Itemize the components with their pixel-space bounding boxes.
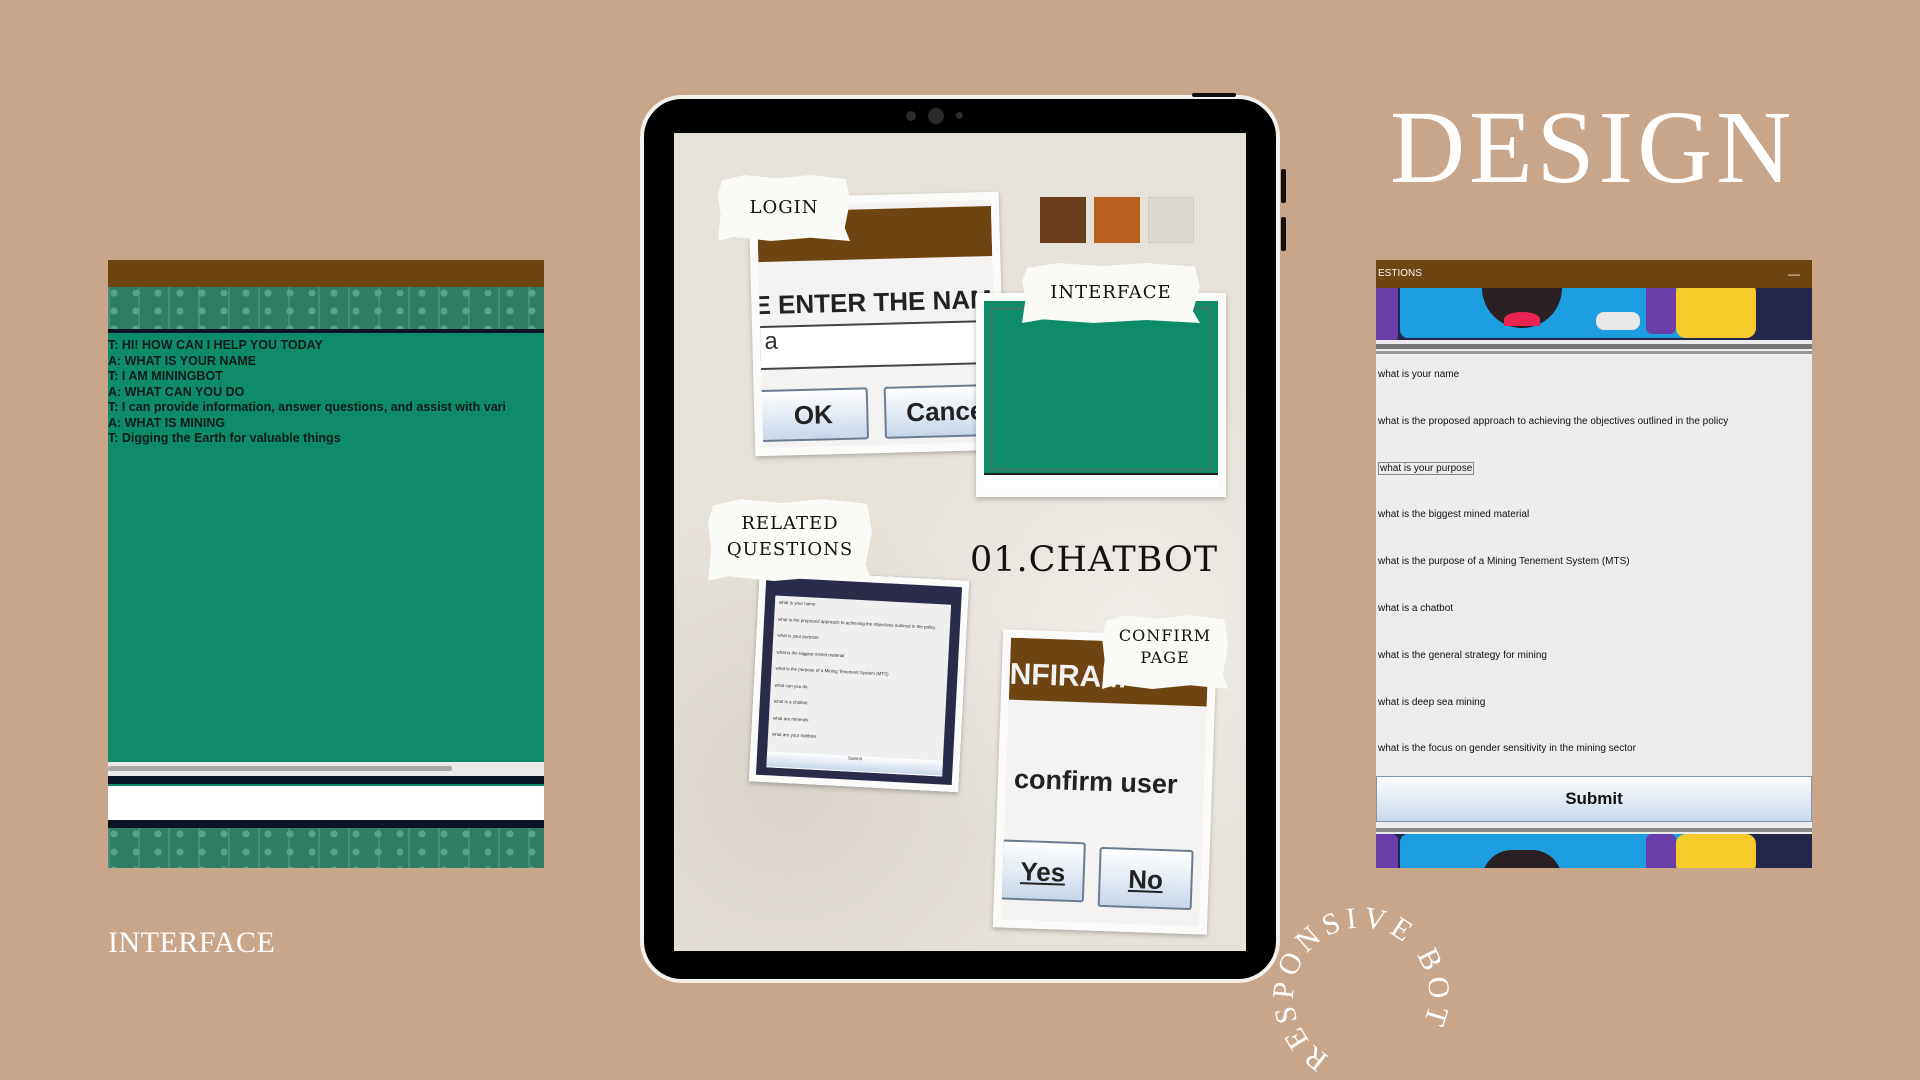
design-title: DESIGN — [1390, 90, 1796, 205]
question-list: what is your name what is the proposed a… — [1378, 368, 1812, 789]
list-item[interactable]: what is the proposed approach to achievi… — [1378, 415, 1812, 462]
chat-transcript: T: HI! HOW CAN I HELP YOU TODAY A: WHAT … — [108, 338, 544, 447]
login-prompt: E ENTER THE NAM — [753, 283, 993, 321]
list-item[interactable]: what is your name — [1378, 368, 1812, 415]
scrollbar-thumb[interactable] — [108, 766, 452, 771]
chat-line: T: HI! HOW CAN I HELP YOU TODAY — [108, 338, 323, 352]
list-item[interactable]: what is the purpose of a Mining Tenement… — [1378, 555, 1812, 602]
chat-title-bar — [108, 260, 544, 287]
yes-button[interactable]: Yes — [999, 839, 1086, 903]
cartoon-banner-bottom — [1376, 834, 1812, 868]
minimize-button[interactable]: — — [1788, 260, 1800, 288]
responsive-bot-text: RESPONSIVE BOT — [1268, 901, 1456, 1078]
interface-caption: INTERFACE — [108, 926, 276, 959]
ok-button[interactable]: OK — [757, 387, 870, 443]
chat-line: T: I AM MININGBOT — [108, 369, 223, 383]
mini-question-list: what is your name what is the proposed a… — [766, 595, 952, 777]
color-swatch-orange — [1094, 197, 1140, 243]
tablet-screen: E ENTER THE NAM a OK Cance LOGIN INTERFA… — [674, 133, 1246, 951]
chat-line: T: I can provide information, answer que… — [108, 400, 507, 414]
chat-input[interactable] — [108, 786, 544, 820]
interface-preview — [976, 293, 1226, 497]
no-button[interactable]: No — [1097, 846, 1194, 911]
window-title: ESTIONS — [1378, 268, 1422, 279]
list-item[interactable]: what is your purpose — [1378, 461, 1812, 509]
responsive-bot-badge: RESPONSIVE BOT — [1268, 901, 1456, 1078]
related-questions-window: ESTIONS — what is your name what is the … — [1376, 260, 1812, 868]
list-item[interactable]: what is deep sea mining — [1378, 696, 1812, 743]
list-item[interactable]: what is a chatbot — [1378, 602, 1812, 649]
list-item[interactable]: what is the general strategy for mining — [1378, 649, 1812, 696]
confirm-message: confirm user — [1013, 763, 1179, 800]
chatbot-title: 01.CHATBOT — [970, 540, 1219, 580]
submit-button[interactable]: Submit — [1376, 776, 1812, 822]
tablet-frame: E ENTER THE NAM a OK Cance LOGIN INTERFA… — [640, 93, 1286, 983]
color-swatch-brown — [1040, 197, 1086, 243]
related-questions-preview: what is your name what is the proposed a… — [748, 569, 970, 793]
camera-icon — [906, 111, 916, 121]
interface-tag: INTERFACE — [1022, 263, 1200, 323]
header-pattern — [108, 287, 544, 329]
chat-line: T: Digging the Earth for valuable things — [108, 431, 341, 445]
color-swatch-grey — [1148, 197, 1194, 243]
chat-window-preview: T: HI! HOW CAN I HELP YOU TODAY A: WHAT … — [108, 260, 544, 868]
chat-line: A: WHAT IS MINING — [108, 415, 226, 430]
questions-title-bar: ESTIONS — — [1376, 260, 1812, 288]
camera-lens-icon — [928, 108, 944, 124]
chat-line: A: WHAT IS YOUR NAME — [108, 353, 257, 368]
login-name-input[interactable]: a — [758, 319, 1000, 371]
cartoon-banner-top — [1376, 288, 1812, 340]
confirm-page-tag: CONFIRM PAGE — [1102, 615, 1228, 689]
list-item[interactable]: what is the biggest mined material — [1378, 508, 1812, 555]
chat-line: A: WHAT CAN YOU DO — [108, 384, 245, 399]
related-questions-tag: RELATED QUESTIONS — [708, 499, 872, 581]
login-tag: LOGIN — [718, 175, 850, 241]
footer-pattern — [108, 828, 544, 868]
horizontal-scrollbar[interactable] — [108, 762, 544, 776]
